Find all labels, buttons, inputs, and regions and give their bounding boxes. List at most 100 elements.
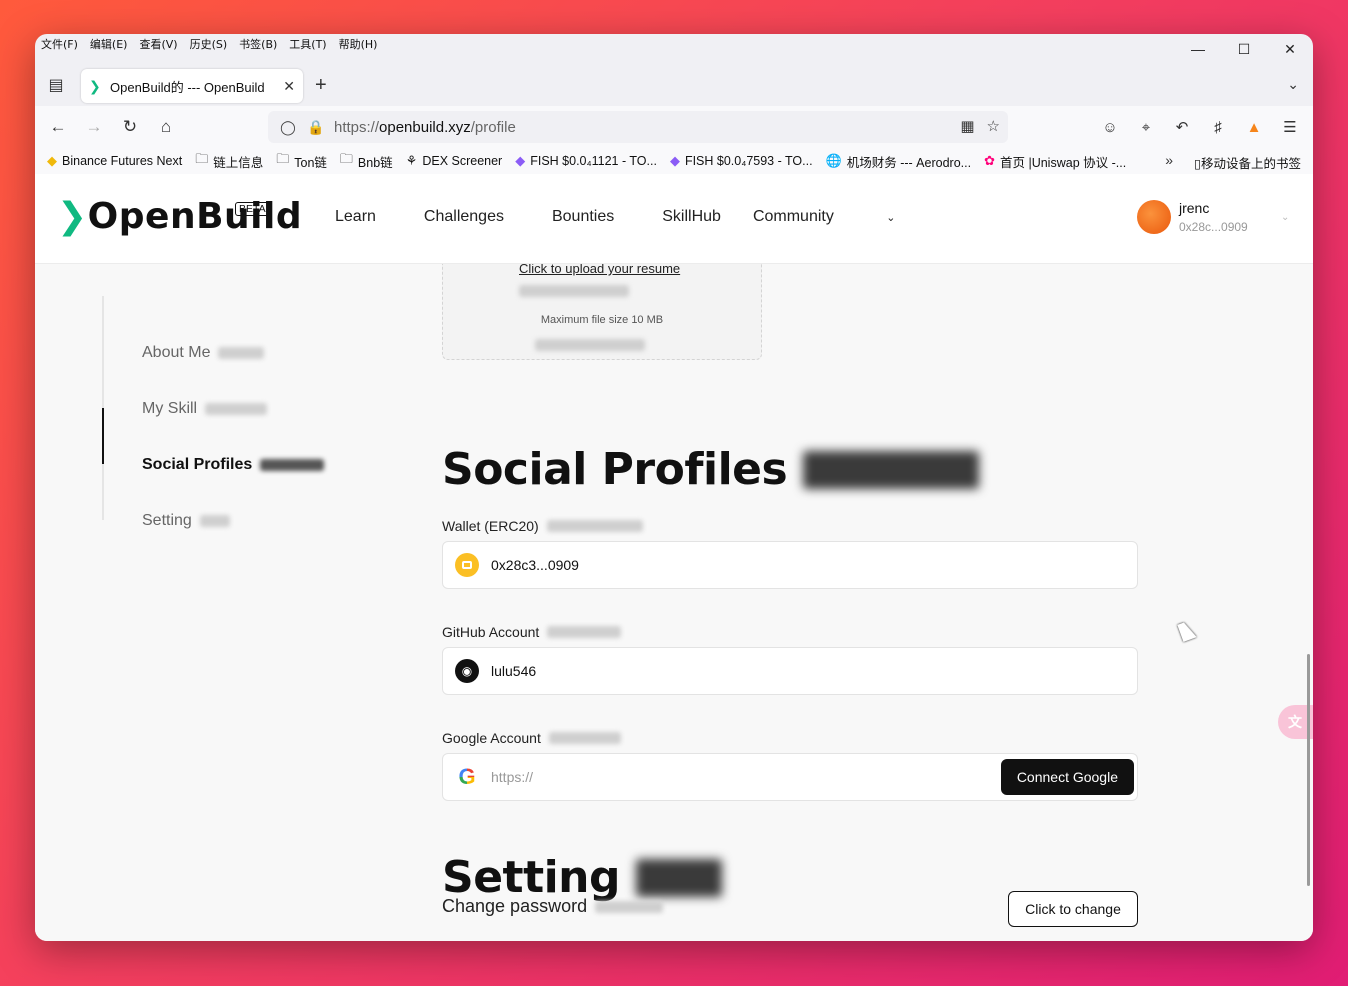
crop-icon[interactable]: ⌖ — [1135, 116, 1157, 138]
logo-text: OpenBuild — [87, 196, 303, 237]
bookmark-folder-bnb[interactable]: 🗀 Bnb链 — [340, 150, 393, 172]
github-field[interactable]: ◉ lulu546 — [442, 647, 1138, 695]
close-window-icon[interactable]: ✕ — [1267, 34, 1313, 64]
google-label: Google Account — [442, 730, 621, 746]
openbuild-favicon-icon: ❯ — [89, 78, 101, 94]
bookmark-uniswap[interactable]: ✿ 首页 |Uniswap 协议 -... — [984, 152, 1126, 171]
blurred-text — [519, 284, 629, 302]
new-tab-icon[interactable]: + — [315, 74, 327, 97]
upload-max-size: Maximum file size 10 MB — [540, 314, 664, 326]
scrollbar[interactable] — [1307, 654, 1310, 886]
change-password-label: Change password — [442, 896, 664, 917]
user-address: 0x28c...0909 — [1179, 220, 1248, 234]
chevron-down-icon: ⌄ — [886, 212, 896, 224]
bookmark-folder-ton[interactable]: 🗀 Ton链 — [276, 150, 327, 172]
tab-list-icon[interactable]: ▤ — [45, 74, 67, 96]
wallet-value: 0x28c3...0909 — [491, 557, 579, 573]
undo-icon[interactable]: ↶ — [1171, 116, 1193, 138]
menu-bar: 文件(F) 编辑(E) 查看(V) 历史(S) 书签(B) 工具(T) 帮助(H… — [35, 34, 1313, 54]
site-header: ❯OpenBuild BETA Learn Challenges Bountie… — [35, 174, 1313, 264]
browser-window: 文件(F) 编辑(E) 查看(V) 历史(S) 书签(B) 工具(T) 帮助(H… — [35, 34, 1313, 941]
user-chevron-icon[interactable]: ⌄ — [1281, 212, 1289, 223]
google-field[interactable]: G https:// Connect Google — [442, 753, 1138, 801]
github-icon: ◉ — [455, 659, 479, 683]
resume-upload[interactable]: Click to upload your resume Maximum file… — [442, 261, 762, 360]
heading-text: Social Profiles — [442, 444, 788, 495]
label-text: GitHub Account — [442, 624, 540, 640]
chevron-down-icon[interactable]: ⌄ — [1287, 76, 1299, 93]
account-icon[interactable]: ☺ — [1099, 116, 1121, 138]
folder-icon: 🗀 — [276, 151, 290, 166]
maximize-icon[interactable]: ☐ — [1221, 34, 1267, 64]
wallet-field[interactable]: 0x28c3...0909 — [442, 541, 1138, 589]
nav-challenges[interactable]: Challenges — [424, 208, 504, 226]
lock-icon[interactable]: 🔒 — [306, 119, 326, 136]
sidebar-item-my-skill[interactable]: My Skill — [142, 400, 268, 418]
tab-bar: ▤ ❯ OpenBuild的 --- OpenBuild ✕ + ⌄ — [35, 66, 1313, 106]
sidebar-item-social-profiles[interactable]: Social Profiles — [142, 456, 325, 474]
bookmark-fish-1[interactable]: ◆ FISH $0.0₄1121 - TO... — [515, 153, 657, 169]
star-icon[interactable]: ☆ — [987, 117, 1000, 135]
hamburger-menu-icon[interactable]: ☰ — [1279, 116, 1301, 138]
menu-view[interactable]: 查看(V) — [139, 36, 177, 52]
google-icon: G — [458, 764, 476, 789]
google-url-input[interactable]: https:// — [491, 769, 533, 785]
change-password-button[interactable]: Click to change — [1008, 891, 1138, 927]
dex-icon: ⚘ — [405, 153, 418, 168]
bookmark-dex-screener[interactable]: ⚘ DEX Screener — [406, 153, 503, 169]
nav-community-label: Community — [752, 208, 834, 225]
bookmark-mobile[interactable]: ▯移动设备上的书签 — [1194, 153, 1301, 172]
blurred-text — [535, 338, 645, 356]
url-bar[interactable]: ◯ 🔒 https://openbuild.xyz/profile ▦ ☆ — [268, 111, 1008, 143]
github-value: lulu546 — [491, 663, 537, 679]
beta-badge: BETA — [235, 202, 270, 216]
menu-file[interactable]: 文件(F) — [41, 36, 78, 52]
home-icon[interactable]: ⌂ — [155, 116, 177, 138]
sidebar-active-indicator — [102, 408, 104, 464]
sidebar-item-label: Social Profiles — [142, 456, 253, 473]
user-menu[interactable]: jrenc 0x28c...0909 — [1137, 200, 1248, 234]
mouse-cursor-icon — [1177, 620, 1197, 642]
nav-skillhub[interactable]: SkillHub — [662, 208, 721, 226]
bookmark-binance[interactable]: ◆ Binance Futures Next — [47, 153, 182, 169]
tab-openbuild[interactable]: ❯ OpenBuild的 --- OpenBuild ✕ — [81, 69, 303, 103]
sidebar-item-setting[interactable]: Setting — [142, 512, 230, 530]
menu-edit[interactable]: 编辑(E) — [90, 36, 128, 52]
menu-history[interactable]: 历史(S) — [190, 36, 228, 52]
bookmark-fish-2[interactable]: ◆ FISH $0.0₄7593 - TO... — [670, 153, 813, 169]
extensions-icon[interactable]: ♯ — [1207, 116, 1229, 138]
menu-tools[interactable]: 工具(T) — [289, 36, 326, 52]
bookmarks-overflow-icon[interactable]: » — [1165, 152, 1173, 168]
sidebar-item-about-me[interactable]: About Me — [142, 344, 265, 362]
bookmark-label: Ton链 — [294, 155, 327, 170]
sidebar-item-label: About Me — [142, 344, 211, 361]
back-icon[interactable]: ← — [47, 116, 69, 138]
bookmark-aerodrome[interactable]: 🌐 机场财务 --- Aerodro... — [826, 152, 972, 171]
folder-icon: 🗀 — [339, 151, 353, 166]
metamask-icon[interactable]: ▲ — [1243, 116, 1265, 138]
nav-bounties[interactable]: Bounties — [552, 208, 614, 226]
connect-google-button[interactable]: Connect Google — [1000, 759, 1134, 795]
forward-icon[interactable]: → — [83, 116, 105, 138]
shield-icon[interactable]: ◯ — [278, 119, 298, 136]
bookmark-label: DEX Screener — [422, 154, 503, 168]
qr-code-icon[interactable]: ▦ — [960, 117, 974, 135]
nav-community[interactable]: Community ⌄ — [753, 208, 944, 226]
tab-title: OpenBuild的 --- OpenBuild — [110, 79, 265, 95]
bookmarks-bar: ◆ Binance Futures Next 🗀 链上信息 🗀 Ton链 🗀 Bnb链 … — [35, 148, 1313, 174]
window-controls: — ☐ ✕ — [1175, 34, 1313, 64]
reload-icon[interactable]: ↻ — [119, 116, 141, 138]
nav-learn[interactable]: Learn — [335, 208, 376, 226]
logo-mark-icon: ❯ — [57, 196, 88, 237]
wallet-icon — [455, 553, 479, 577]
bookmark-label: Bnb链 — [357, 155, 393, 170]
bookmark-folder-chain-info[interactable]: 🗀 链上信息 — [195, 150, 263, 172]
close-tab-icon[interactable]: ✕ — [283, 78, 295, 95]
minimize-icon[interactable]: — — [1175, 34, 1221, 64]
fish-icon: ◆ — [515, 153, 526, 168]
label-text: Change password — [442, 896, 588, 916]
menu-help[interactable]: 帮助(H) — [339, 36, 378, 52]
social-profiles-heading: Social Profiles — [442, 444, 980, 495]
folder-icon: 🗀 — [195, 151, 209, 166]
menu-bookmarks[interactable]: 书签(B) — [239, 36, 277, 52]
